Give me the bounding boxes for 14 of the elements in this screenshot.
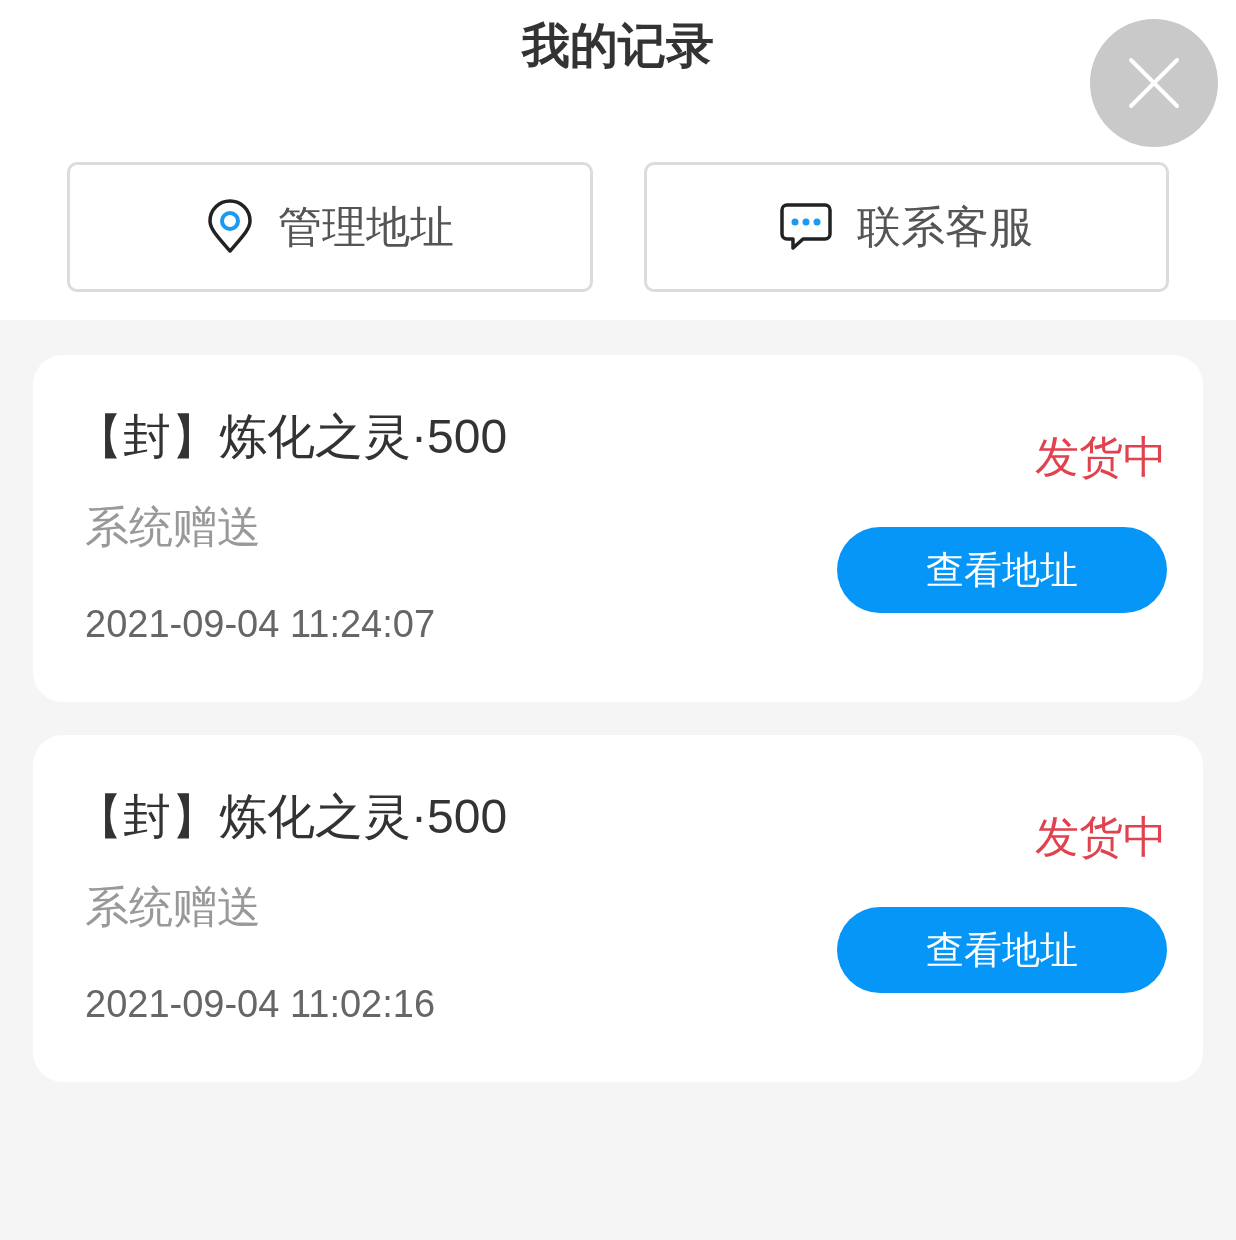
chat-bubble-icon [779,202,834,252]
location-pin-icon [205,199,254,255]
record-time: 2021-09-04 11:24:07 [85,605,437,643]
action-button[interactable]: 管理地址 [67,162,593,292]
record-time: 2021-09-04 11:02:16 [85,985,437,1023]
record-source: 系统赠送 [85,885,262,929]
record-source: 系统赠送 [85,505,262,549]
record-title: 【封】炼化之灵·500 [75,413,508,461]
record-title: 【封】炼化之灵·500 [75,793,508,841]
record-status: 发货中 [1035,815,1167,859]
record-status: 发货中 [1035,435,1167,479]
action-button[interactable]: 联系客服 [643,162,1169,292]
page-title: 我的记录 [522,22,714,70]
close-icon [1128,57,1180,109]
